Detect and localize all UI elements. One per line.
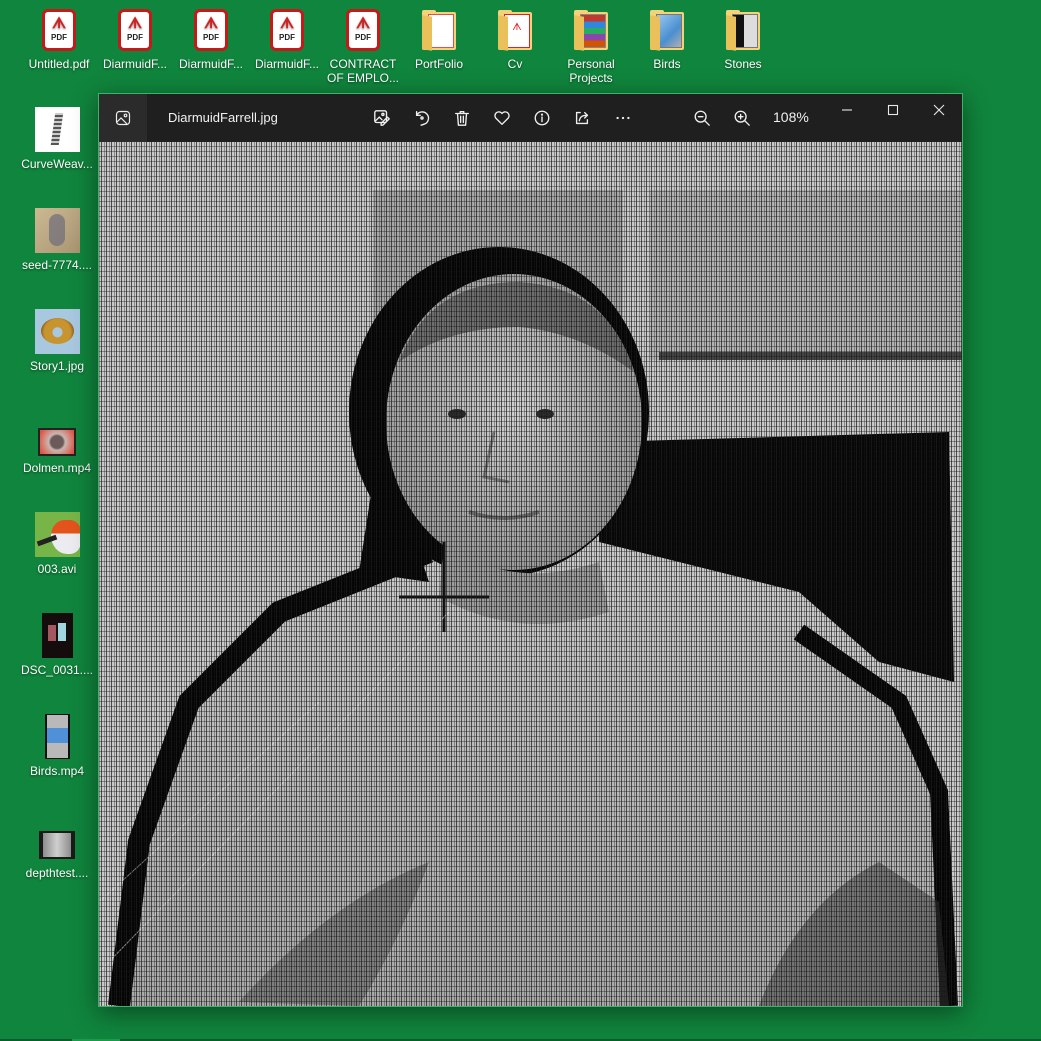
desktop-icon-label: seed-7774.... xyxy=(21,258,93,272)
desktop-icon-birds-folder[interactable]: Birds xyxy=(629,6,705,71)
desktop-icon-label: DiarmuidF... xyxy=(178,57,243,71)
folder-icon xyxy=(724,10,762,51)
image-canvas[interactable] xyxy=(99,142,962,1006)
folder-icon: ᗑ xyxy=(496,10,534,51)
desktop-icon-story1[interactable]: Story1.jpg xyxy=(19,308,95,373)
trash-icon xyxy=(455,111,469,126)
folder-icon xyxy=(420,10,458,51)
minimize-button[interactable] xyxy=(824,94,870,126)
displayed-photo xyxy=(99,142,962,1006)
desktop-icon-seed[interactable]: seed-7774.... xyxy=(19,207,95,272)
image-thumbnail-icon xyxy=(34,107,80,152)
desktop-icon-diarmuid-pdf-3[interactable]: ᗑ PDF DiarmuidF... xyxy=(249,6,325,71)
pdf-file-icon: ᗑ PDF xyxy=(194,9,228,51)
heart-icon xyxy=(494,111,510,125)
close-icon xyxy=(933,104,945,116)
desktop-icon-label: DSC_0031.... xyxy=(20,663,94,677)
video-thumbnail-icon xyxy=(38,428,76,456)
pdf-file-icon: ᗑ PDF xyxy=(346,9,380,51)
info-icon xyxy=(534,110,550,126)
favorite-button[interactable] xyxy=(486,102,518,134)
edit-image-button[interactable] xyxy=(366,102,398,134)
share-button[interactable] xyxy=(566,102,598,134)
maximize-button[interactable] xyxy=(870,94,916,126)
desktop-icon-diarmuid-pdf-2[interactable]: ᗑ PDF DiarmuidF... xyxy=(173,6,249,71)
desktop-icon-dsc0031-video[interactable]: DSC_0031.... xyxy=(19,612,95,677)
desktop-icon-birds-video[interactable]: Birds.mp4 xyxy=(19,713,95,778)
video-thumbnail-icon xyxy=(41,613,73,658)
zoom-in-button[interactable] xyxy=(726,102,758,134)
video-thumbnail-icon xyxy=(34,512,80,557)
maximize-icon xyxy=(887,104,899,116)
folder-icon xyxy=(648,10,686,51)
close-button[interactable] xyxy=(916,94,962,126)
edit-image-icon xyxy=(374,110,390,126)
photo-viewer-window: DiarmuidFarrell.jpg 108% xyxy=(98,93,963,1007)
desktop-icon-label: DiarmuidF... xyxy=(102,57,167,71)
desktop-icon-label: Personal Projects xyxy=(567,57,615,85)
image-thumbnail-icon xyxy=(34,208,80,253)
desktop-icon-personal-projects-folder[interactable]: Personal Projects xyxy=(553,6,629,85)
pdf-file-icon: ᗑ PDF xyxy=(42,9,76,51)
video-thumbnail-icon xyxy=(44,714,70,759)
desktop-icon-contract-pdf[interactable]: ᗑ PDF CONTRACT OF EMPLO... xyxy=(325,6,401,85)
video-thumbnail-icon xyxy=(39,831,75,859)
desktop-icon-portfolio-folder[interactable]: PortFolio xyxy=(401,6,477,71)
desktop-icon-label: PortFolio xyxy=(414,57,464,71)
desktop-icon-label: Birds.mp4 xyxy=(29,764,85,778)
rotate-button[interactable] xyxy=(406,102,438,134)
desktop-icon-003-video[interactable]: 003.avi xyxy=(19,511,95,576)
pdf-file-icon: ᗑ PDF xyxy=(118,9,152,51)
desktop-icon-stones-folder[interactable]: Stones xyxy=(705,6,781,71)
zoom-level-readout[interactable]: 108% xyxy=(773,109,809,125)
image-thumbnail-icon xyxy=(34,309,80,354)
desktop-icon-label: DiarmuidF... xyxy=(254,57,319,71)
desktop-icon-label: depthtest.... xyxy=(25,866,89,880)
desktop-icon-label: Birds xyxy=(653,57,681,71)
zoom-out-button[interactable] xyxy=(686,102,718,134)
title-bar[interactable]: DiarmuidFarrell.jpg 108% xyxy=(99,94,962,142)
delete-button[interactable] xyxy=(446,102,478,134)
folder-icon xyxy=(572,10,610,51)
desktop-icon-label: Stones xyxy=(724,57,762,71)
desktop-icon-untitled-pdf[interactable]: ᗑ PDF Untitled.pdf xyxy=(21,6,97,71)
file-name-title: DiarmuidFarrell.jpg xyxy=(168,110,278,125)
file-info-button[interactable] xyxy=(526,102,558,134)
more-options-button[interactable] xyxy=(607,102,639,134)
desktop-icon-label: Cv xyxy=(507,57,523,71)
desktop-icon-label: Story1.jpg xyxy=(29,359,85,373)
desktop-icon-label: 003.avi xyxy=(37,562,77,576)
desktop-icon-curveweave[interactable]: CurveWeav... xyxy=(19,106,95,171)
photo-grid-overlay xyxy=(99,142,962,1006)
zoom-in-icon xyxy=(734,110,750,126)
pdf-file-icon: ᗑ PDF xyxy=(270,9,304,51)
zoom-out-icon xyxy=(694,110,710,126)
photos-app-icon xyxy=(115,110,131,126)
desktop-icon-dolmen-video[interactable]: Dolmen.mp4 xyxy=(19,410,95,475)
desktop-icon-label: Untitled.pdf xyxy=(28,57,90,71)
desktop-icon-diarmuid-pdf-1[interactable]: ᗑ PDF DiarmuidF... xyxy=(97,6,173,71)
photos-app-button[interactable] xyxy=(99,94,147,142)
rotate-icon xyxy=(415,111,430,126)
desktop-icon-cv-folder[interactable]: ᗑ Cv xyxy=(477,6,553,71)
desktop-icon-label: Dolmen.mp4 xyxy=(22,461,92,475)
desktop-icon-depthtest-video[interactable]: depthtest.... xyxy=(19,815,95,880)
share-icon xyxy=(575,111,589,125)
minimize-icon xyxy=(842,109,852,111)
desktop-icon-label: CONTRACT OF EMPLO... xyxy=(326,57,399,85)
desktop-icon-label: CurveWeav... xyxy=(21,157,93,171)
more-icon xyxy=(616,116,630,120)
